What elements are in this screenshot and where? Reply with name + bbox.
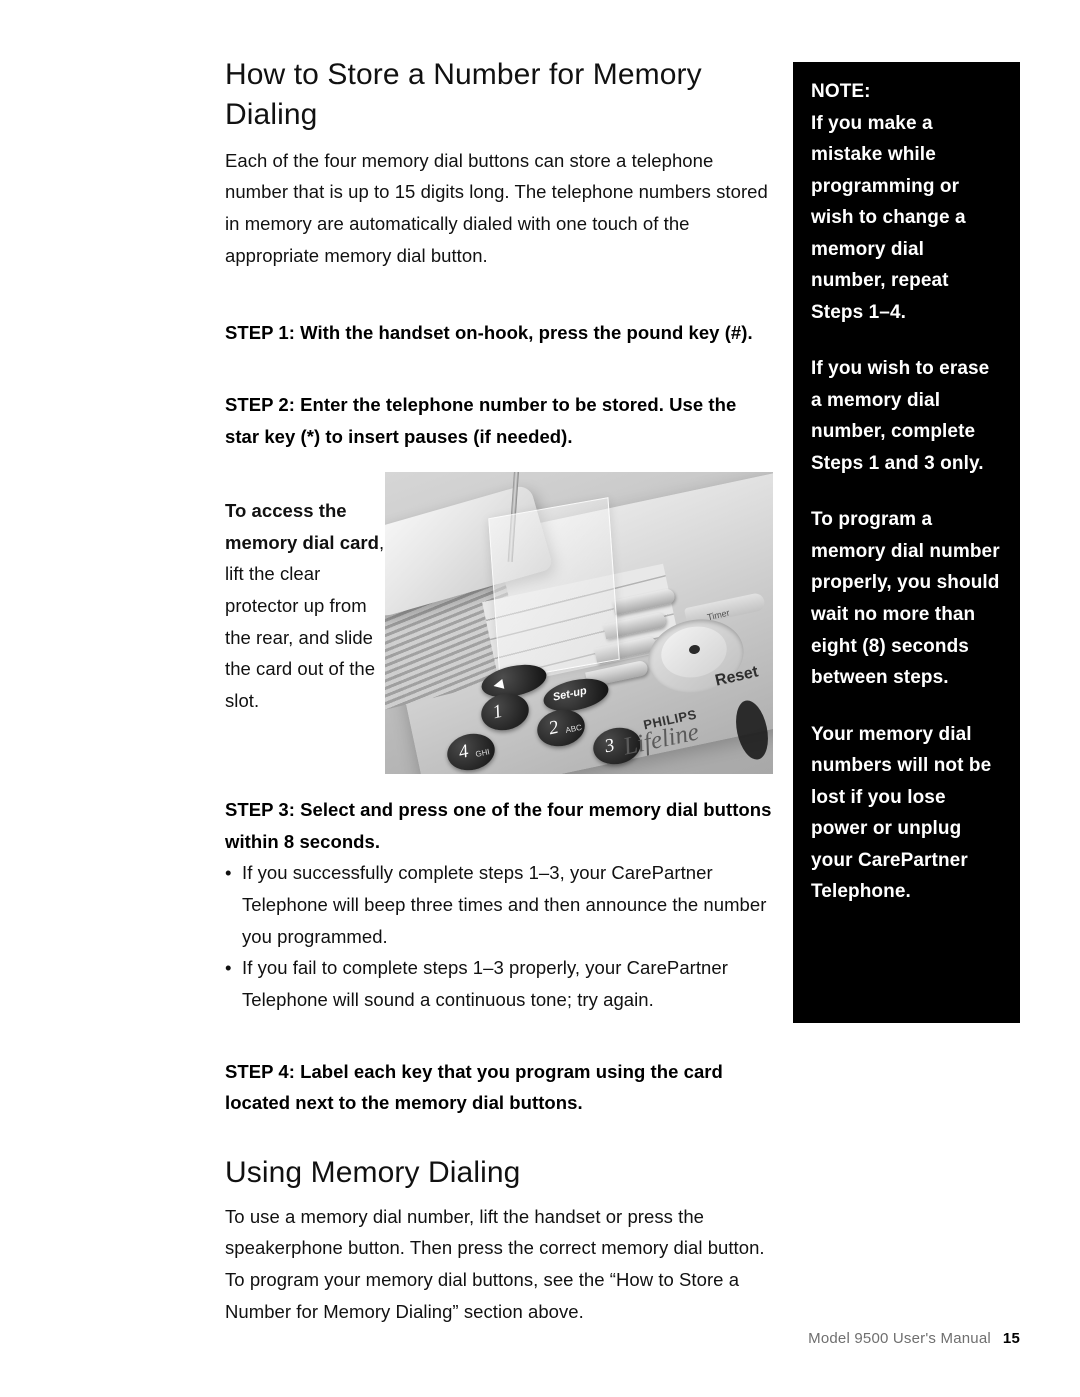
note-paragraph-2: If you wish to erase a memory dial numbe… — [811, 358, 990, 474]
list-item-text: If you fail to complete steps 1–3 proper… — [242, 957, 728, 1010]
section-title-using-memory-dialing: Using Memory Dialing — [225, 1155, 521, 1189]
figure-caption-bold: To access the memory dial card — [225, 500, 380, 553]
list-item: • If you fail to complete steps 1–3 prop… — [225, 952, 773, 1015]
bullet-marker-icon: • — [225, 957, 232, 979]
bullet-marker-icon: • — [225, 862, 232, 884]
step-2-text: STEP 2: Enter the telephone number to be… — [225, 393, 737, 447]
key-number: 3 — [602, 734, 617, 758]
page-footer: Model 9500 User's Manual 15 — [0, 1330, 1020, 1347]
note-paragraph-1: NOTE: If you make a mistake while program… — [811, 81, 966, 323]
manual-title: Model 9500 User's Manual — [808, 1330, 991, 1347]
key-number: 1 — [490, 700, 505, 724]
step-3-bullet-list: • If you successfully complete steps 1–3… — [225, 857, 773, 1015]
key-letters: GHI — [474, 747, 491, 760]
page-title: How to Store a Number for Memory Dialing — [225, 58, 702, 131]
telephone-photo: Timer Reset ◀ Set-up 4 GHI 1 2 ABC 3 PHI… — [385, 472, 773, 775]
key-number: 2 — [546, 716, 561, 740]
step-3-text: STEP 3: Select and press one of the four… — [225, 799, 772, 852]
list-item-text: If you successfully complete steps 1–3, … — [242, 862, 767, 947]
list-item: • If you successfully complete steps 1–3… — [225, 857, 773, 952]
figure-block: To access the memory dial card, lift the… — [225, 472, 773, 775]
figure-caption: To access the memory dial card, lift the… — [225, 495, 385, 716]
step-4-text: STEP 4: Label each key that you program … — [225, 1060, 723, 1114]
step-1-text: STEP 1: With the handset on-hook, press … — [225, 322, 753, 344]
key-letters: ABC — [564, 722, 583, 736]
figure-caption-rest: , lift the clear protector up from the r… — [225, 531, 385, 711]
note-paragraph-4: Your memory dial numbers will not be los… — [811, 723, 992, 903]
note-paragraph-3: To program a memory dial number properly… — [811, 509, 1000, 689]
setup-label: Set-up — [551, 684, 588, 704]
note-callout-box: NOTE: If you make a mistake while program… — [793, 62, 1020, 1023]
intro-paragraph: Each of the four memory dial buttons can… — [225, 149, 768, 266]
key-number: 4 — [456, 740, 471, 764]
clear-protector-shape — [488, 497, 620, 681]
closing-paragraph: To use a memory dial number, lift the ha… — [225, 1205, 765, 1322]
page-number: 15 — [1002, 1330, 1020, 1347]
speaker-icon: ◀ — [491, 675, 505, 693]
main-content-column: How to Store a Number for Memory Dialing… — [225, 55, 773, 1327]
